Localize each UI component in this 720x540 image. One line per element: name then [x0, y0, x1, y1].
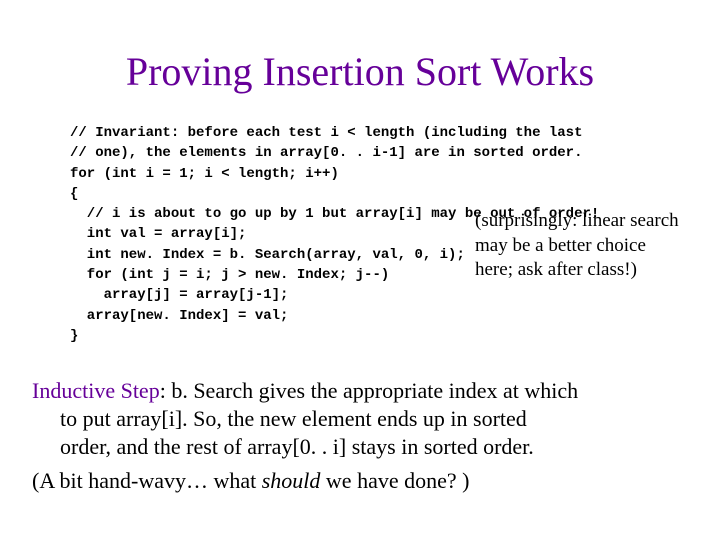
code-line: for (int i = 1; i < length; i++): [70, 166, 339, 182]
code-line: int val = array[i];: [70, 226, 246, 242]
code-line: }: [70, 328, 78, 344]
text: order, and the rest of array[0. . i] sta…: [32, 433, 664, 461]
text: we have done? ): [326, 468, 470, 493]
text: : b. Search gives the appropriate index …: [160, 378, 578, 403]
text: to put array[i]. So, the new element end…: [32, 405, 664, 433]
conclusion-para-2: (A bit hand-wavy… what should we have do…: [32, 467, 664, 495]
conclusion: Inductive Step: b. Search gives the appr…: [32, 377, 664, 496]
step-label: Inductive Step: [32, 378, 160, 403]
emphasis: should: [262, 468, 326, 493]
slide-title: Proving Insertion Sort Works: [0, 48, 720, 95]
code-line: array[j] = array[j-1];: [70, 287, 288, 303]
code-line: for (int j = i; j > new. Index; j--): [70, 267, 389, 283]
code-line: array[new. Index] = val;: [70, 308, 288, 324]
conclusion-para-1: Inductive Step: b. Search gives the appr…: [32, 377, 664, 461]
code-block: // Invariant: before each test i < lengt…: [70, 123, 650, 353]
text: (A bit hand-wavy… what: [32, 468, 262, 493]
slide: Proving Insertion Sort Works // Invarian…: [0, 48, 720, 540]
code-line: {: [70, 186, 78, 202]
code-line: // Invariant: before each test i < lengt…: [70, 125, 582, 141]
code-line: // one), the elements in array[0. . i-1]…: [70, 145, 582, 161]
code-line: int new. Index = b. Search(array, val, 0…: [70, 247, 465, 263]
aside-note: (surprisingly: linear search may be a be…: [475, 209, 680, 283]
